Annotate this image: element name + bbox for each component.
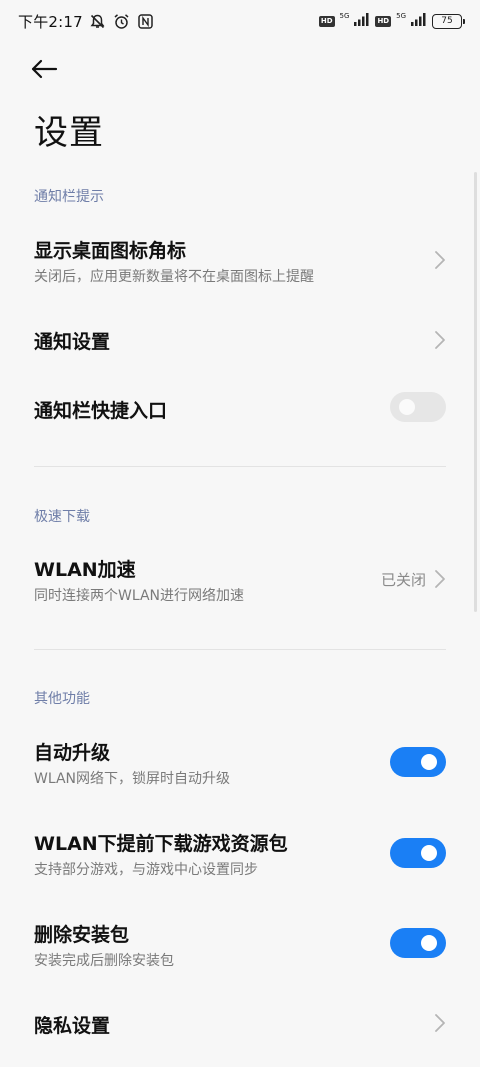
chevron-right-icon	[435, 570, 445, 588]
chevron-right-icon	[435, 331, 445, 349]
status-right: HD 5G HD 5G 75	[318, 12, 465, 30]
toggle-knob	[421, 754, 437, 770]
delete-package-title: 删除安装包	[34, 924, 130, 946]
auto-upgrade-row: 自动升级 WLAN网络下，锁屏时自动升级	[0, 724, 480, 802]
wlan-boost-title: WLAN加速	[34, 559, 136, 581]
predownload-subtitle: 支持部分游戏，与游戏中心设置同步	[34, 862, 258, 878]
nfc-icon	[137, 13, 155, 31]
toggle-knob	[421, 845, 437, 861]
back-arrow-icon	[31, 59, 58, 79]
predownload-title: WLAN下提前下载游戏资源包	[34, 833, 288, 855]
page-title: 设置	[34, 113, 104, 153]
desktop-badge-subtitle: 关闭后，应用更新数量将不在桌面图标上提醒	[34, 269, 314, 285]
battery-icon: 75	[432, 13, 465, 29]
signal-icon-sim2	[411, 12, 427, 30]
shortcut-toggle[interactable]	[390, 392, 446, 422]
divider	[34, 649, 446, 650]
status-time: 下午2:17	[18, 13, 83, 31]
auto-upgrade-subtitle: WLAN网络下，锁屏时自动升级	[34, 771, 231, 787]
auto-upgrade-title: 自动升级	[34, 742, 111, 764]
shortcut-title: 通知栏快捷入口	[34, 400, 168, 422]
toggle-knob	[421, 935, 437, 951]
wlan-boost-subtitle: 同时连接两个WLAN进行网络加速	[34, 588, 245, 604]
wlan-boost-value: 已关闭	[380, 571, 426, 589]
predownload-row: WLAN下提前下载游戏资源包 支持部分游戏，与游戏中心设置同步	[0, 815, 480, 893]
privacy-settings-row[interactable]: 隐私设置	[0, 997, 480, 1051]
status-bar: 下午2:17 HD 5G HD 5G 75	[0, 0, 480, 44]
section-header-notification: 通知栏提示	[34, 189, 104, 205]
notification-settings-title: 通知设置	[34, 331, 111, 353]
hd-badge-sim1: HD	[318, 15, 335, 27]
network-type-sim1: 5G	[339, 12, 350, 20]
signal-icon	[354, 12, 370, 30]
predownload-toggle[interactable]	[390, 838, 446, 868]
status-left: 下午2:17	[18, 11, 155, 32]
section-header-download: 极速下载	[34, 509, 90, 525]
delete-package-row: 删除安装包 安装完成后删除安装包	[0, 906, 480, 984]
delete-package-toggle[interactable]	[390, 928, 446, 958]
back-button[interactable]	[26, 52, 62, 86]
wlan-boost-row[interactable]: WLAN加速 同时连接两个WLAN进行网络加速 已关闭	[0, 541, 480, 619]
toggle-knob	[399, 399, 415, 415]
shortcut-row: 通知栏快捷入口	[0, 382, 480, 436]
mute-bell-icon	[89, 13, 107, 31]
divider	[34, 466, 446, 467]
desktop-badge-row[interactable]: 显示桌面图标角标 关闭后，应用更新数量将不在桌面图标上提醒	[0, 222, 480, 300]
desktop-badge-title: 显示桌面图标角标	[34, 240, 187, 262]
notification-settings-row[interactable]: 通知设置	[0, 313, 480, 367]
delete-package-subtitle: 安装完成后删除安装包	[34, 953, 174, 969]
auto-upgrade-toggle[interactable]	[390, 747, 446, 777]
section-header-other: 其他功能	[34, 691, 90, 707]
hd-badge-sim2: HD	[375, 15, 392, 27]
privacy-settings-title: 隐私设置	[34, 1015, 111, 1037]
alarm-icon	[113, 13, 131, 31]
network-type-sim2: 5G	[396, 12, 406, 20]
chevron-right-icon	[435, 1014, 445, 1032]
settings-page: 下午2:17 HD 5G HD 5G 75 设置 通知栏提示 显示桌面图标角标 …	[0, 0, 480, 1067]
chevron-right-icon	[435, 251, 445, 269]
